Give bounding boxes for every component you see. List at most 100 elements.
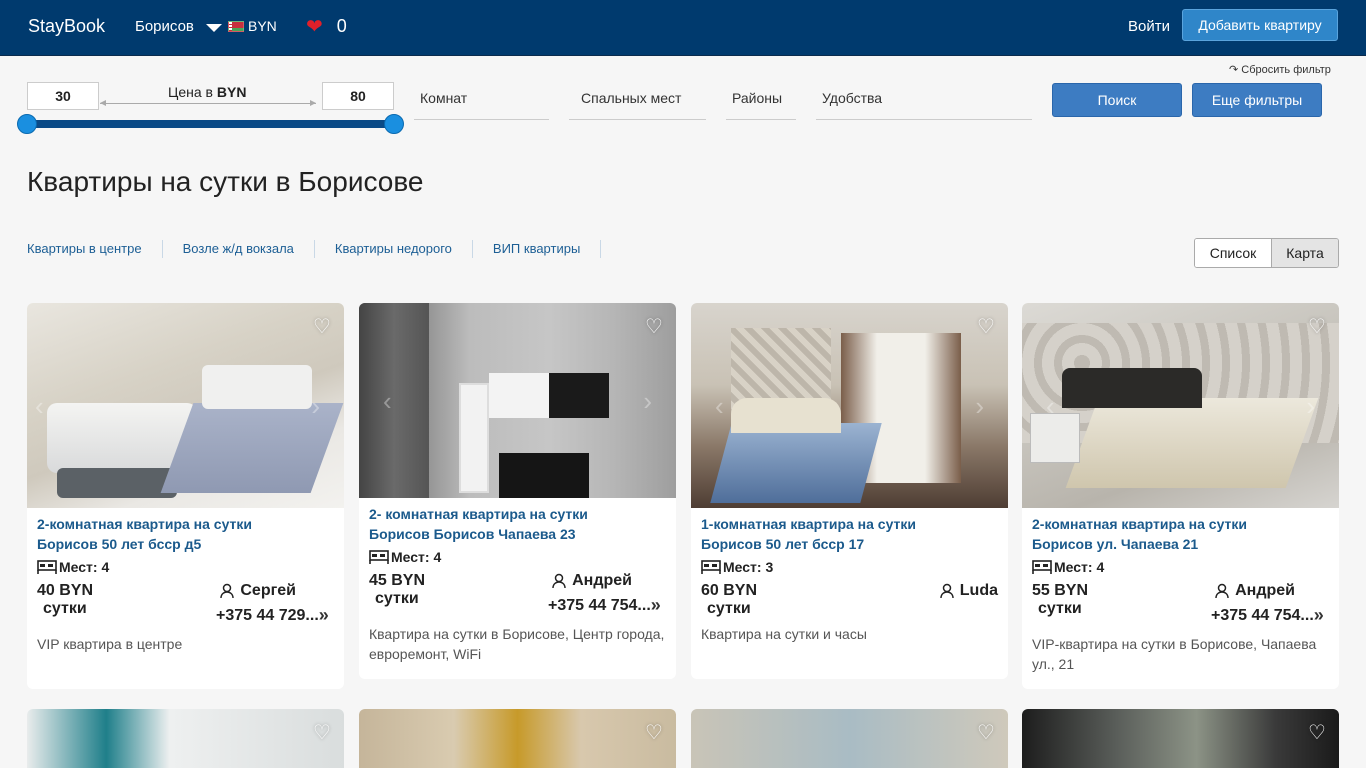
price-row: 55 BYN сутки Андрей +375 44 754... » bbox=[1022, 576, 1339, 626]
view-map-button[interactable]: Карта bbox=[1271, 239, 1338, 267]
phone-number: +375 44 754... bbox=[1211, 606, 1314, 624]
phone-link[interactable]: +375 44 754... » bbox=[1211, 605, 1324, 626]
view-list-button[interactable]: Список bbox=[1195, 239, 1271, 267]
next-photo-icon[interactable]: › bbox=[975, 393, 984, 419]
quick-link-vip[interactable]: ВИП квартиры bbox=[493, 240, 602, 258]
price-label: Цена в BYN bbox=[168, 84, 246, 100]
rooms-filter[interactable]: Комнат bbox=[414, 82, 549, 120]
currency-label: BYN bbox=[248, 18, 277, 34]
listing-card[interactable]: ‹ › ♡ 2-комнатная квартира на сутки Бори… bbox=[1022, 303, 1339, 689]
favorite-heart-icon[interactable]: ♡ bbox=[642, 721, 666, 745]
quick-links: Квартиры в центре Возле ж/д вокзала Квар… bbox=[27, 240, 621, 258]
price-slider-min-handle[interactable] bbox=[17, 114, 37, 134]
places-value: Мест: 4 bbox=[391, 549, 442, 565]
listing-title-line1: 2-комнатная квартира на сутки bbox=[1032, 516, 1248, 532]
favorite-heart-icon[interactable]: ♡ bbox=[974, 315, 998, 339]
headboard-shape bbox=[202, 365, 312, 409]
listing-price: 60 BYN bbox=[701, 582, 758, 599]
listing-photo[interactable]: ♡ bbox=[359, 709, 676, 768]
top-navbar: StayBook Борисов BYN ❤ 0 Войти Добавить … bbox=[0, 0, 1366, 56]
currency-selector[interactable]: BYN bbox=[228, 18, 277, 34]
user-icon bbox=[552, 573, 566, 589]
listing-photo[interactable]: ♡ bbox=[1022, 709, 1339, 768]
listing-photo[interactable]: ‹ › ♡ bbox=[359, 303, 676, 498]
favorites-link[interactable]: ❤ 0 bbox=[306, 16, 347, 37]
listing-price-unit: сутки bbox=[707, 600, 751, 617]
price-slider-max-handle[interactable] bbox=[384, 114, 404, 134]
price-label-currency: BYN bbox=[216, 84, 247, 100]
listing-photo[interactable]: ♡ bbox=[691, 709, 1008, 768]
phone-link[interactable]: +375 44 754... » bbox=[548, 595, 661, 616]
listing-photo[interactable]: ‹ › ♡ bbox=[691, 303, 1008, 508]
prev-photo-icon[interactable]: ‹ bbox=[35, 393, 44, 419]
listing-places: Мест: 4 bbox=[27, 554, 344, 576]
quick-link-center[interactable]: Квартиры в центре bbox=[27, 240, 163, 258]
prev-photo-icon[interactable]: ‹ bbox=[383, 388, 392, 414]
price-slider-track[interactable] bbox=[27, 120, 394, 128]
favorite-heart-icon[interactable]: ♡ bbox=[1305, 315, 1329, 339]
reset-filter-link[interactable]: ↷ Сбросить фильтр bbox=[1229, 63, 1331, 76]
quick-link-station[interactable]: Возле ж/д вокзала bbox=[183, 240, 315, 258]
listing-card[interactable]: ‹ › ♡ 1-комнатная квартира на сутки Бори… bbox=[691, 303, 1008, 679]
beds-filter[interactable]: Спальных мест bbox=[569, 82, 706, 120]
listing-card[interactable]: ‹ › ♡ 2- комнатная квартира на сутки Бор… bbox=[359, 303, 676, 679]
listing-card[interactable]: ♡ bbox=[1022, 709, 1339, 768]
price-row: 45 BYN сутки Андрей +375 44 754... » bbox=[359, 566, 676, 616]
listing-places: Мест: 4 bbox=[1022, 554, 1339, 576]
next-photo-icon[interactable]: › bbox=[1306, 393, 1315, 419]
site-logo[interactable]: StayBook bbox=[28, 16, 105, 37]
sofa-base-shape bbox=[57, 468, 177, 498]
view-toggle: Список Карта bbox=[1194, 238, 1339, 268]
bed-shape bbox=[710, 423, 882, 503]
search-button[interactable]: Поиск bbox=[1052, 83, 1182, 117]
listing-title[interactable]: 1-комнатная квартира на сутки Борисов 50… bbox=[691, 508, 1008, 554]
favorite-heart-icon[interactable]: ♡ bbox=[1305, 721, 1329, 745]
districts-filter[interactable]: Районы bbox=[726, 82, 796, 120]
listing-photo[interactable]: ‹ › ♡ bbox=[27, 303, 344, 508]
listing-photo[interactable]: ♡ bbox=[27, 709, 344, 768]
listing-photo[interactable]: ‹ › ♡ bbox=[1022, 303, 1339, 508]
amenities-filter[interactable]: Удобства bbox=[816, 82, 1032, 120]
prev-photo-icon[interactable]: ‹ bbox=[715, 393, 724, 419]
favorite-heart-icon[interactable]: ♡ bbox=[310, 721, 334, 745]
favorite-heart-icon[interactable]: ♡ bbox=[310, 315, 334, 339]
headboard-shape bbox=[1062, 368, 1202, 408]
page-title: Квартиры на сутки в Борисове bbox=[27, 166, 424, 197]
owner-name-text: Андрей bbox=[572, 572, 632, 589]
listing-price-unit: сутки bbox=[375, 590, 419, 607]
user-icon bbox=[1215, 583, 1229, 599]
listing-card[interactable]: ♡ bbox=[27, 709, 344, 768]
prev-photo-icon[interactable]: ‹ bbox=[1046, 393, 1055, 419]
price-max-input[interactable]: 80 bbox=[322, 82, 394, 110]
owner-name-text: Luda bbox=[959, 582, 998, 599]
listing-price-unit: сутки bbox=[1038, 600, 1082, 617]
more-filters-button[interactable]: Еще фильтры bbox=[1192, 83, 1322, 117]
next-photo-icon[interactable]: › bbox=[643, 388, 652, 414]
owner-name: Андрей bbox=[1215, 582, 1295, 600]
add-apartment-button[interactable]: Добавить квартиру bbox=[1182, 9, 1338, 41]
price-min-input[interactable]: 30 bbox=[27, 82, 99, 110]
favorite-heart-icon[interactable]: ♡ bbox=[642, 315, 666, 339]
quick-link-cheap[interactable]: Квартиры недорого bbox=[335, 240, 473, 258]
favorites-count: 0 bbox=[336, 16, 347, 36]
favorite-heart-icon[interactable]: ♡ bbox=[974, 721, 998, 745]
listing-title[interactable]: 2-комнатная квартира на сутки Борисов ул… bbox=[1022, 508, 1339, 554]
login-link[interactable]: Войти bbox=[1128, 18, 1170, 35]
shelf-shape bbox=[459, 383, 489, 493]
next-photo-icon[interactable]: › bbox=[311, 393, 320, 419]
city-dropdown[interactable]: Борисов bbox=[135, 18, 222, 35]
price-label-text: Цена в bbox=[168, 84, 213, 100]
wall-unit-white-shape bbox=[489, 373, 549, 418]
listing-title-line2: Борисов 50 лет бсср д5 bbox=[37, 536, 202, 552]
phone-number: +375 44 729... bbox=[216, 606, 319, 624]
listing-description: VIP-квартира на сутки в Борисове, Чапаев… bbox=[1032, 636, 1317, 672]
heart-icon: ❤ bbox=[306, 15, 323, 38]
phone-link[interactable]: +375 44 729... » bbox=[216, 605, 329, 626]
listing-card[interactable]: ‹ › ♡ 2-комнатная квартира на сутки Бори… bbox=[27, 303, 344, 689]
listing-title[interactable]: 2-комнатная квартира на сутки Борисов 50… bbox=[27, 508, 344, 554]
owner-name: Luda bbox=[940, 582, 998, 600]
listing-card[interactable]: ♡ bbox=[691, 709, 1008, 768]
listing-description: Квартира на сутки в Борисове, Центр горо… bbox=[369, 626, 665, 662]
listing-card[interactable]: ♡ bbox=[359, 709, 676, 768]
listing-title[interactable]: 2- комнатная квартира на сутки Борисов Б… bbox=[359, 498, 676, 544]
